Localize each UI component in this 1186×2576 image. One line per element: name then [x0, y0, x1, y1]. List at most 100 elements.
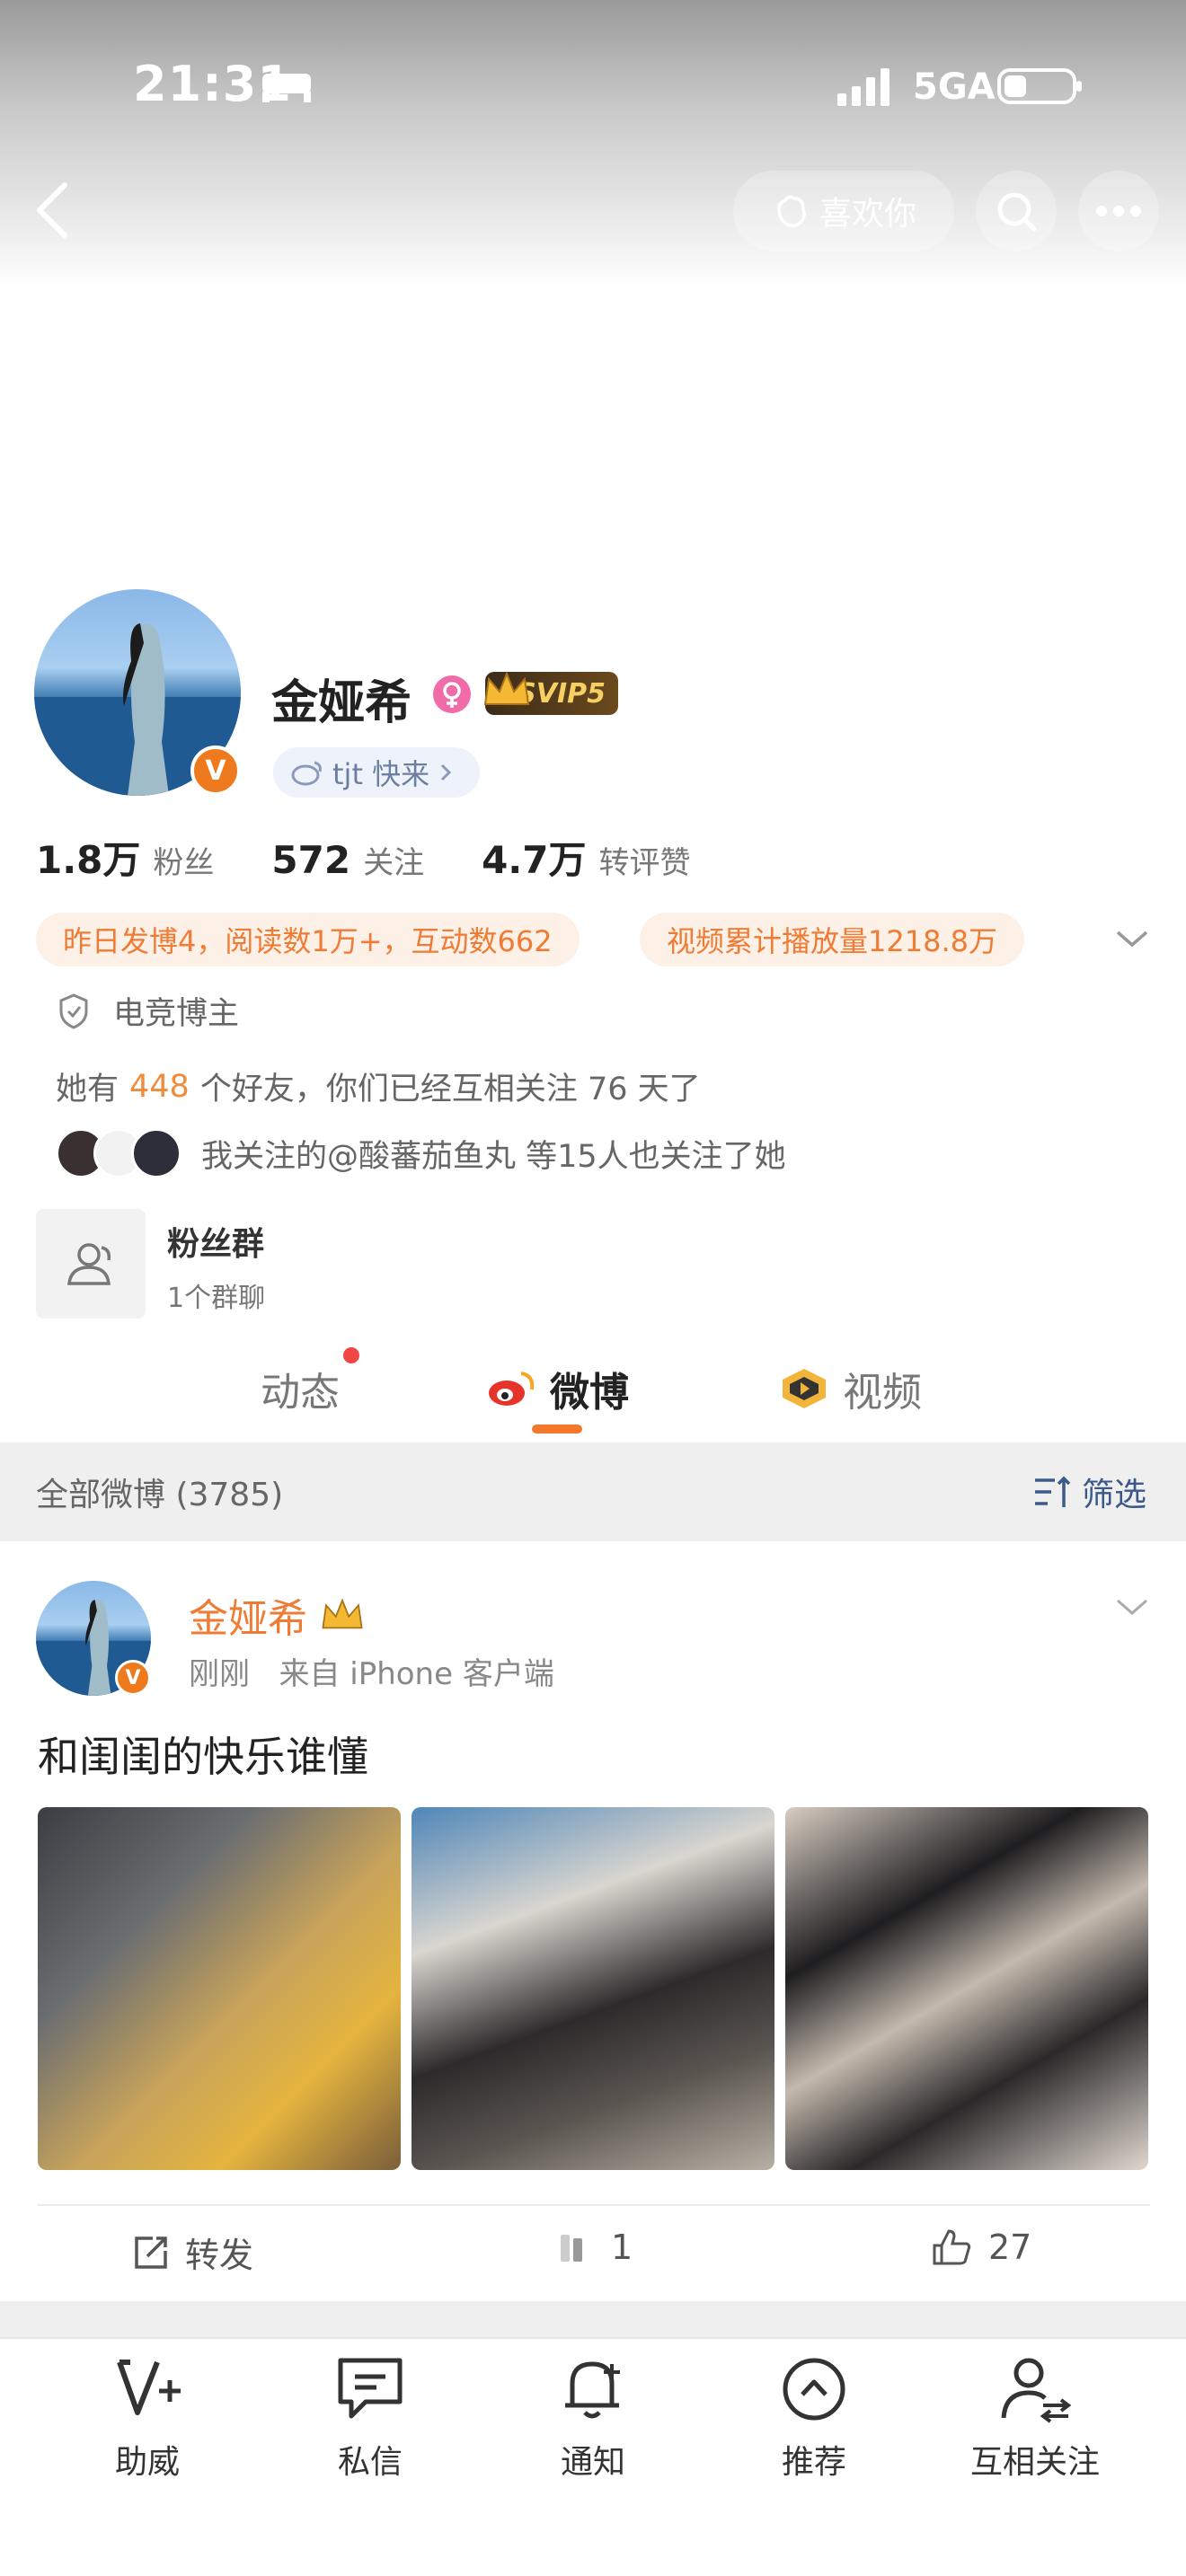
- message-label: 私信: [337, 2444, 403, 2481]
- svip-badge[interactable]: SVIP5: [483, 671, 618, 715]
- like-you-button[interactable]: 喜欢你: [733, 171, 954, 251]
- all-weibo-count[interactable]: 全部微博 (3785): [36, 1469, 283, 1515]
- post-author-name: 金娅希: [189, 1596, 307, 1642]
- weibo-logo-icon: [489, 1372, 535, 1406]
- like-button[interactable]: 27: [931, 2228, 1031, 2267]
- super-topic-tag[interactable]: tjt 快来: [273, 747, 481, 798]
- friends-suffix: 个好友，你们已经互相关注 76 天了: [199, 1072, 701, 1107]
- shield-icon: [59, 992, 88, 1029]
- chevron-right-icon: [441, 763, 452, 781]
- search-icon: [997, 192, 1037, 232]
- notify-label: 通知: [560, 2444, 625, 2481]
- post-time: 刚刚: [189, 1656, 250, 1692]
- group-icon: [67, 1243, 111, 1285]
- cheer-button[interactable]: 助威: [58, 2353, 237, 2483]
- female-gender-icon: [433, 675, 471, 713]
- avatar: [131, 1128, 181, 1178]
- filter-button[interactable]: 筛选: [1033, 1469, 1146, 1515]
- repost-button[interactable]: 转发: [131, 2228, 253, 2277]
- fan-group-button[interactable]: [36, 1209, 146, 1319]
- category-row: 电竞博主: [56, 988, 239, 1034]
- chevron-up-circle-icon: [783, 2358, 845, 2421]
- crown-icon: [483, 671, 530, 705]
- expand-chevron-icon[interactable]: [1112, 925, 1152, 952]
- more-dots-icon: [1096, 206, 1141, 216]
- message-icon: [338, 2358, 403, 2419]
- post-photos: [38, 1807, 1148, 2170]
- friends-prefix: 她有: [56, 1072, 119, 1107]
- verified-badge: V: [190, 745, 241, 796]
- thumbs-up-icon: [933, 2229, 971, 2265]
- recommend-label: 推荐: [781, 2444, 846, 2481]
- post-photo[interactable]: [412, 1807, 774, 2170]
- interactions-label[interactable]: 转评赞: [598, 838, 690, 882]
- back-button[interactable]: [27, 176, 81, 244]
- bear-paw-icon: [777, 195, 806, 227]
- tab-label: 微博: [550, 1370, 629, 1416]
- friends-row[interactable]: 她有 448 个好友，你们已经互相关注 76 天了: [56, 1063, 701, 1109]
- video-play-icon: [783, 1369, 826, 1408]
- tab-label: 视频: [843, 1370, 922, 1416]
- active-tab-indicator: [532, 1425, 582, 1434]
- profile-name: 金娅希: [271, 676, 412, 730]
- tab-weibo[interactable]: 微博: [485, 1360, 629, 1417]
- mutual-follow-row[interactable]: 我关注的@酸蕃茄鱼丸 等15人也关注了她: [56, 1128, 786, 1178]
- sort-filter-icon: [1034, 1476, 1071, 1507]
- tab-activity[interactable]: 动态: [261, 1360, 340, 1417]
- cheer-v-plus-icon: [117, 2360, 181, 2415]
- friends-count: 448: [129, 1068, 190, 1105]
- tab-label: 动态: [261, 1370, 340, 1416]
- cheer-label: 助威: [114, 2444, 180, 2481]
- filter-bar: 全部微博 (3785) 筛选: [0, 1442, 1186, 1541]
- notify-button[interactable]: 通知: [503, 2353, 683, 2483]
- category-label: 电竞博主: [113, 996, 240, 1032]
- mutual-follow-label: 互相关注: [969, 2444, 1100, 2481]
- yesterday-activity-pill[interactable]: 昨日发博4，阅读数1万+，互动数662: [36, 913, 580, 966]
- profile-tabs: 动态 微博 视频: [0, 1347, 1186, 1437]
- post-divider: [38, 2204, 1150, 2206]
- comment-count: 1: [611, 2228, 633, 2267]
- mutual-avatars: [56, 1128, 181, 1178]
- search-button[interactable]: [976, 171, 1057, 251]
- sleep-mode-icon: [262, 74, 311, 102]
- post-meta: 刚刚 来自 iPhone 客户端: [189, 1649, 554, 1693]
- mutual-follow-icon: [1001, 2358, 1072, 2423]
- battery-icon: [997, 68, 1082, 104]
- following-count[interactable]: 572: [271, 838, 350, 882]
- post-author[interactable]: 金娅希: [189, 1586, 367, 1644]
- comment-button[interactable]: 1: [557, 2228, 633, 2267]
- more-button[interactable]: [1078, 171, 1159, 251]
- video-views-pill[interactable]: 视频累计播放量1218.8万: [640, 913, 1024, 966]
- tab-video[interactable]: 视频: [778, 1360, 922, 1417]
- tag-label: tjt 快来: [332, 757, 430, 791]
- like-you-label: 喜欢你: [819, 196, 916, 233]
- signal-icon: [837, 68, 890, 106]
- recommend-button[interactable]: 推荐: [724, 2353, 904, 2483]
- post-source: 来自 iPhone 客户端: [279, 1656, 554, 1692]
- mutual-follow-button[interactable]: 互相关注: [945, 2353, 1125, 2483]
- activity-unread-dot: [343, 1347, 359, 1363]
- following-label[interactable]: 关注: [363, 838, 424, 882]
- crown-icon: [322, 1598, 363, 1629]
- post-text: 和闺闺的快乐谁懂: [38, 1733, 368, 1781]
- repost-icon: [135, 2236, 167, 2269]
- interactions-count[interactable]: 4.7万: [482, 830, 586, 885]
- post-menu-chevron-icon[interactable]: [1114, 1595, 1150, 1620]
- followers-label[interactable]: 粉丝: [153, 838, 214, 882]
- message-button[interactable]: 私信: [280, 2353, 460, 2483]
- verified-badge: V: [115, 1660, 151, 1696]
- like-count: 27: [988, 2228, 1032, 2267]
- followers-count[interactable]: 1.8万: [36, 830, 140, 885]
- section-separator: [0, 2301, 1186, 2337]
- bell-plus-icon: [565, 2361, 620, 2419]
- status-bar: 21:31 5GA: [0, 0, 1186, 171]
- fan-group-title[interactable]: 粉丝群: [167, 1218, 264, 1265]
- post-photo[interactable]: [785, 1807, 1148, 2170]
- network-label: 5GA: [913, 66, 996, 108]
- filter-label: 筛选: [1081, 1477, 1146, 1513]
- post-photo[interactable]: [38, 1807, 401, 2170]
- repost-label: 转发: [185, 2236, 254, 2275]
- comment-icon: [561, 2235, 582, 2262]
- fan-group-subtitle: 1个群聊: [167, 1283, 266, 1314]
- weibo-logo-icon: [291, 761, 322, 786]
